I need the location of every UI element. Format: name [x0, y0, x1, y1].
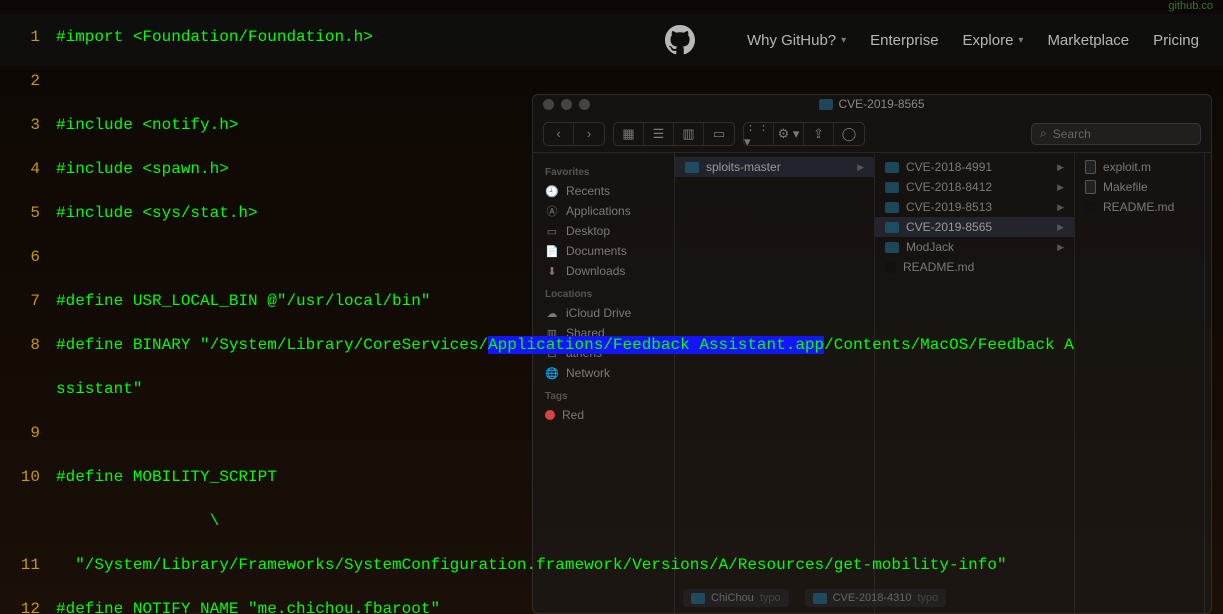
zoom-icon[interactable]	[579, 99, 590, 110]
finder-titlebar[interactable]: CVE-2019-8565	[533, 95, 1211, 115]
code-line: /Contents/MacOS/Feedback A	[824, 336, 1074, 354]
code-line: #include <spawn.h>	[56, 160, 229, 178]
sidebar-item-label: Recents	[566, 184, 610, 198]
window-traffic-lights[interactable]	[543, 99, 590, 110]
sidebar-item-label: Desktop	[566, 224, 610, 238]
code-selection[interactable]: Applications/Feedback Assistant.app	[488, 336, 824, 354]
list-item-label: Makefile	[1103, 180, 1148, 194]
list-item[interactable]: CVE-2018-8412 ▶	[875, 177, 1074, 197]
list-item[interactable]: Makefile	[1075, 177, 1204, 197]
code-line: #define BINARY "/System/Library/CoreServ…	[56, 336, 488, 354]
browser-url-fragment: github.co	[1168, 0, 1213, 12]
code-line: #include <sys/stat.h>	[56, 204, 258, 222]
folder-icon	[819, 99, 833, 110]
tag-dot-icon	[545, 410, 555, 420]
code-line: "/System/Library/Frameworks/SystemConfig…	[56, 556, 1007, 574]
code-line: #import <Foundation/Foundation.h>	[56, 28, 373, 46]
code-line: #include <notify.h>	[56, 116, 238, 134]
root: github.co Why GitHub?▾ Enterprise Explor…	[0, 0, 1223, 614]
terminal-code-overlay: 1#import <Foundation/Foundation.h> 2 3#i…	[0, 0, 1223, 614]
code-line-wrap: ssistant"	[56, 380, 142, 398]
code-view[interactable]: 1#import <Foundation/Foundation.h> 2 3#i…	[0, 0, 1223, 614]
clock-icon: 🕘	[545, 184, 559, 198]
folder-icon	[885, 182, 899, 193]
chevron-right-icon: ▶	[1057, 182, 1064, 193]
code-line: #define MOBILITY_SCRIPT	[56, 468, 277, 486]
desktop-icon: ▭	[545, 224, 559, 238]
sidebar-tag-label: Red	[562, 408, 584, 422]
list-item-label: CVE-2018-8412	[906, 180, 992, 194]
code-line-wrap: \	[56, 512, 219, 530]
code-line: #define USR_LOCAL_BIN @"/usr/local/bin"	[56, 292, 430, 310]
close-icon[interactable]	[543, 99, 554, 110]
code-line: #define NOTIFY_NAME "me.chichou.fbaroot"	[56, 600, 440, 614]
file-icon	[1085, 180, 1096, 194]
sidebar-item-desktop[interactable]: ▭ Desktop	[533, 221, 674, 241]
finder-title: CVE-2019-8565	[838, 97, 924, 111]
minimize-icon[interactable]	[561, 99, 572, 110]
sidebar-item-recents[interactable]: 🕘 Recents	[533, 181, 674, 201]
